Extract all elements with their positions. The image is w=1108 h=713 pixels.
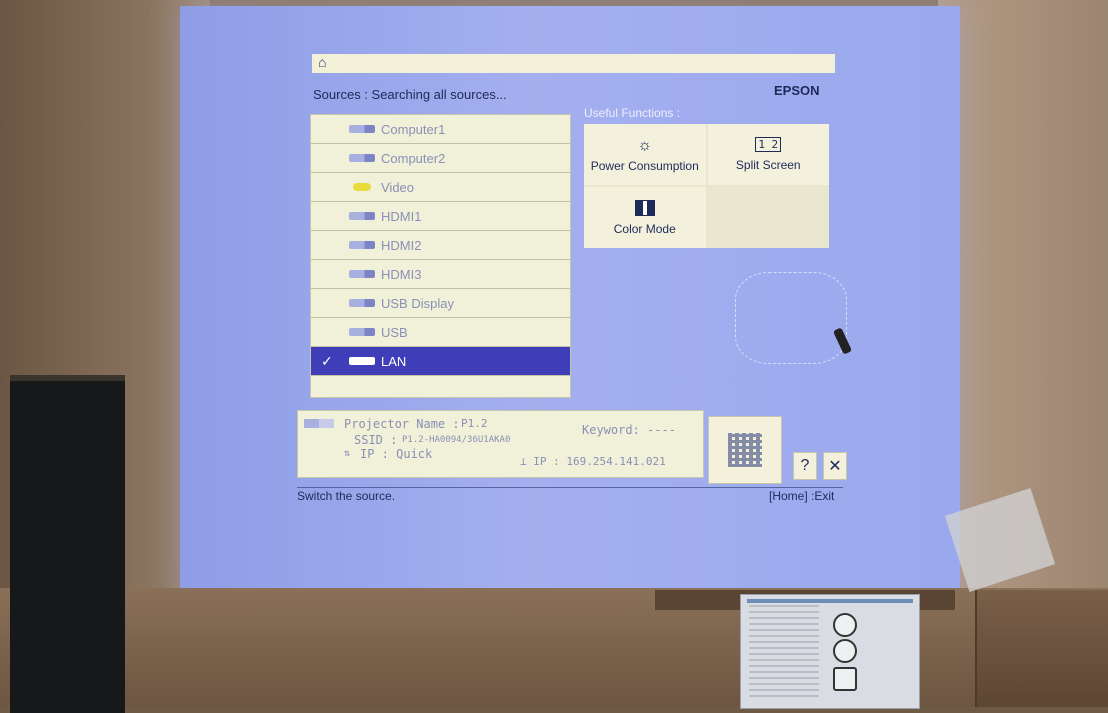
ip-mode: IP : Quick (360, 447, 433, 461)
source-list: Computer1 Computer2 Video HDMI1 HDMI2 HD… (310, 114, 571, 398)
source-item-usb[interactable]: USB (311, 318, 570, 347)
source-label: HDMI1 (381, 208, 422, 224)
split-screen-label: Split Screen (735, 158, 801, 172)
device-icon (833, 667, 857, 691)
help-button[interactable]: ? (793, 452, 817, 480)
split-screen-icon: 1 2 (755, 137, 782, 152)
prohibition-icon (833, 613, 857, 637)
source-label: Video (381, 179, 415, 195)
source-label: Computer1 (381, 121, 446, 137)
video-connector-icon (353, 183, 371, 191)
check-icon: ✓ (321, 352, 333, 369)
keyword-text: Keyword: ---- (582, 423, 676, 437)
color-mode-icon (634, 199, 655, 216)
wall-stain (735, 272, 847, 364)
blackboard (10, 375, 125, 713)
usb-connector-icon (349, 299, 375, 307)
exit-hint: [Home] :Exit (769, 489, 835, 503)
ssid-label: SSID : (354, 433, 398, 447)
useful-functions-grid: ☼ Power Consumption 1 2 Split Screen Col… (584, 124, 829, 248)
source-label: HDMI2 (381, 237, 422, 253)
ssid-value: P1.2-HA0094/36U1AKA0 (402, 435, 511, 445)
close-button[interactable]: ✕ (823, 452, 847, 480)
source-label: Computer2 (381, 150, 446, 166)
color-mode-label: Color Mode (613, 221, 676, 236)
qr-code-icon (728, 433, 762, 467)
hdmi-connector-icon (349, 212, 375, 220)
source-label: USB Display (381, 295, 454, 311)
network-projector-icon (304, 419, 334, 428)
lan-connector-icon (349, 357, 375, 365)
power-consumption-label: Power Consumption (590, 158, 699, 173)
source-item-video[interactable]: Video (311, 173, 570, 202)
brand-logo: EPSON (774, 83, 820, 98)
lightbulb-icon: ☼ (637, 136, 653, 154)
computer-connector-icon (349, 125, 375, 133)
notice-text-lines (749, 605, 819, 700)
empty-function-slot (707, 187, 829, 248)
computer-connector-icon (349, 154, 375, 162)
color-mode-button[interactable]: Color Mode (584, 187, 706, 248)
power-consumption-button[interactable]: ☼ Power Consumption (584, 124, 706, 185)
source-item-usb-display[interactable]: USB Display (311, 289, 570, 318)
notice-sheet (740, 594, 920, 709)
split-screen-button[interactable]: 1 2 Split Screen (707, 124, 829, 185)
network-info-panel: Projector Name : P1.2 Keyword: ---- SSID… (297, 410, 704, 478)
source-label: HDMI3 (381, 266, 422, 282)
home-bar: ⌂ (312, 54, 835, 73)
usb-connector-icon (349, 328, 375, 336)
source-label: USB (381, 324, 408, 340)
notice-header-bar (747, 599, 913, 603)
useful-functions-title: Useful Functions : (584, 106, 681, 120)
source-item-hdmi3[interactable]: HDMI3 (311, 260, 570, 289)
status-text: Switch the source. (297, 489, 396, 503)
sources-title: Sources : Searching all sources... (313, 87, 507, 102)
home-icon[interactable]: ⌂ (318, 54, 326, 70)
source-item-lan[interactable]: ✓ LAN (311, 347, 570, 376)
hdmi-connector-icon (349, 270, 375, 278)
warning-icon (833, 639, 857, 663)
qr-code-button[interactable] (708, 416, 782, 484)
ip-address: ⊥ IP : 169.254.141.021 (520, 455, 666, 468)
projector-name-value: P1.2 (461, 417, 488, 430)
projector-name-label: Projector Name : (344, 417, 460, 431)
footer-divider (297, 487, 843, 488)
ip-icon: ⇅ (344, 448, 351, 459)
source-label: LAN (381, 353, 407, 369)
cabinet (975, 590, 1108, 707)
source-item-hdmi2[interactable]: HDMI2 (311, 231, 570, 260)
source-item-hdmi1[interactable]: HDMI1 (311, 202, 570, 231)
source-item-computer2[interactable]: Computer2 (311, 144, 570, 173)
hdmi-connector-icon (349, 241, 375, 249)
source-item-computer1[interactable]: Computer1 (311, 115, 570, 144)
